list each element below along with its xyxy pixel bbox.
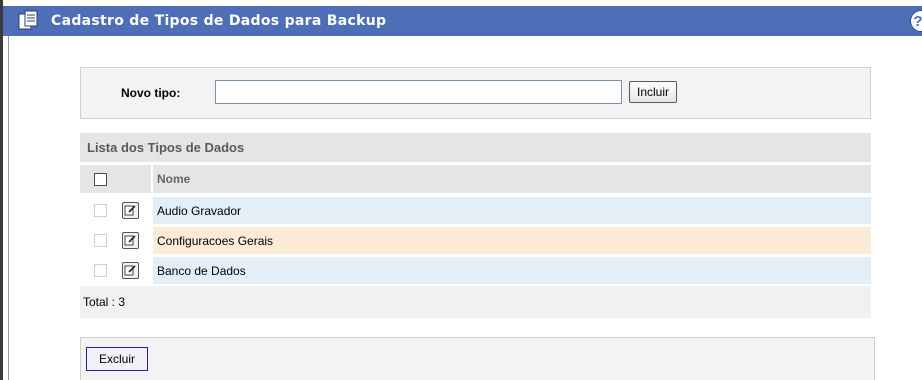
new-type-panel: Novo tipo: Incluir <box>80 67 871 119</box>
new-type-label: Novo tipo: <box>121 86 181 100</box>
window-left-border <box>0 0 3 380</box>
edit-icon[interactable] <box>122 232 139 249</box>
column-header-name[interactable]: Nome <box>157 172 190 186</box>
select-all-checkbox[interactable] <box>94 173 107 186</box>
row-actions <box>80 227 151 254</box>
row-checkbox[interactable] <box>94 264 107 277</box>
delete-button[interactable]: Excluir <box>86 347 148 371</box>
row-name: Audio Gravador <box>153 197 871 224</box>
title-bar: Cadastro de Tipos de Dados para Backup ? <box>3 0 922 36</box>
help-icon[interactable]: ? <box>910 10 922 32</box>
row-actions <box>80 197 151 224</box>
table-header-row: Nome <box>80 165 871 193</box>
list-title: Lista dos Tipos de Dados <box>80 133 871 162</box>
include-button[interactable]: Incluir <box>629 81 677 103</box>
window-title: Cadastro de Tipos de Dados para Backup <box>51 13 387 29</box>
row-name: Banco de Dados <box>153 257 871 284</box>
new-type-input[interactable] <box>215 80 622 104</box>
edit-icon[interactable] <box>122 202 139 219</box>
row-checkbox[interactable] <box>94 234 107 247</box>
row-actions <box>80 257 151 284</box>
actions-panel: Excluir <box>80 337 875 380</box>
edit-icon[interactable] <box>122 262 139 279</box>
table-row: Banco de Dados <box>80 257 871 284</box>
table-row: Configuracoes Gerais <box>80 227 871 254</box>
table-row: Audio Gravador <box>80 197 871 224</box>
content-left-border <box>8 36 9 380</box>
row-name: Configuracoes Gerais <box>153 227 871 254</box>
column-separator <box>151 165 153 193</box>
documents-icon <box>17 9 41 33</box>
row-checkbox[interactable] <box>94 204 107 217</box>
total-count: Total : 3 <box>80 286 871 318</box>
